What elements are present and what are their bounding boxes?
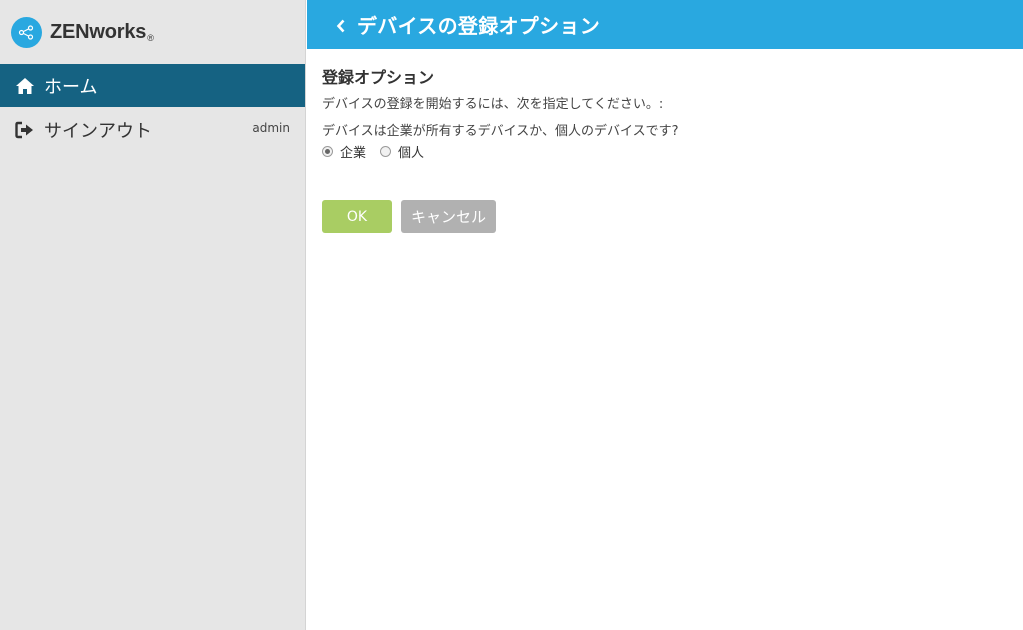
sidebar-item-label: サインアウト — [44, 120, 152, 142]
sidebar-item-label: ホーム — [44, 76, 98, 98]
radio-personal[interactable]: 個人 — [380, 142, 424, 161]
instruction-text: デバイスの登録を開始するには、次を指定してください。: — [322, 97, 664, 112]
sidebar-item-home[interactable]: ホーム — [0, 64, 305, 107]
page-header: デバイスの登録オプション — [307, 0, 1023, 49]
radio-button-checked[interactable] — [322, 146, 333, 157]
username-label: admin — [252, 121, 290, 135]
enrollment-options-section: 登録オプション デバイスの登録を開始するには、次を指定してください。: デバイス… — [307, 49, 1023, 253]
radio-button-unchecked[interactable] — [380, 146, 392, 157]
home-icon — [15, 76, 35, 96]
brand: ZENworks® — [0, 0, 305, 64]
chevron-left-icon[interactable] — [334, 16, 348, 36]
sign-out-icon — [15, 120, 35, 140]
page-title: デバイスの登録オプション — [357, 14, 600, 38]
radio-label: 企業 — [340, 146, 367, 161]
ownership-question: デバイスは企業が所有するデバイスか、個人のデバイスです? — [322, 124, 679, 139]
registered-mark: ® — [147, 32, 154, 43]
share-nodes-icon — [11, 16, 42, 48]
sidebar-item-sign-out[interactable]: サインアウト admin — [0, 108, 305, 151]
sidebar: ZENworks® ホーム サインアウト admin — [0, 0, 306, 630]
radio-corporate[interactable]: 企業 — [322, 142, 366, 161]
ok-button[interactable]: OK — [322, 200, 392, 233]
ownership-radio-group: 企業 個人 — [322, 142, 1008, 161]
main-panel: デバイスの登録オプション 登録オプション デバイスの登録を開始するには、次を指定… — [307, 0, 1023, 630]
radio-label: 個人 — [398, 146, 425, 161]
brand-name: ZENworks® — [50, 20, 154, 43]
section-title: 登録オプション — [322, 68, 435, 87]
cancel-button[interactable]: キャンセル — [401, 200, 496, 233]
form-actions: OK キャンセル — [322, 200, 1008, 233]
